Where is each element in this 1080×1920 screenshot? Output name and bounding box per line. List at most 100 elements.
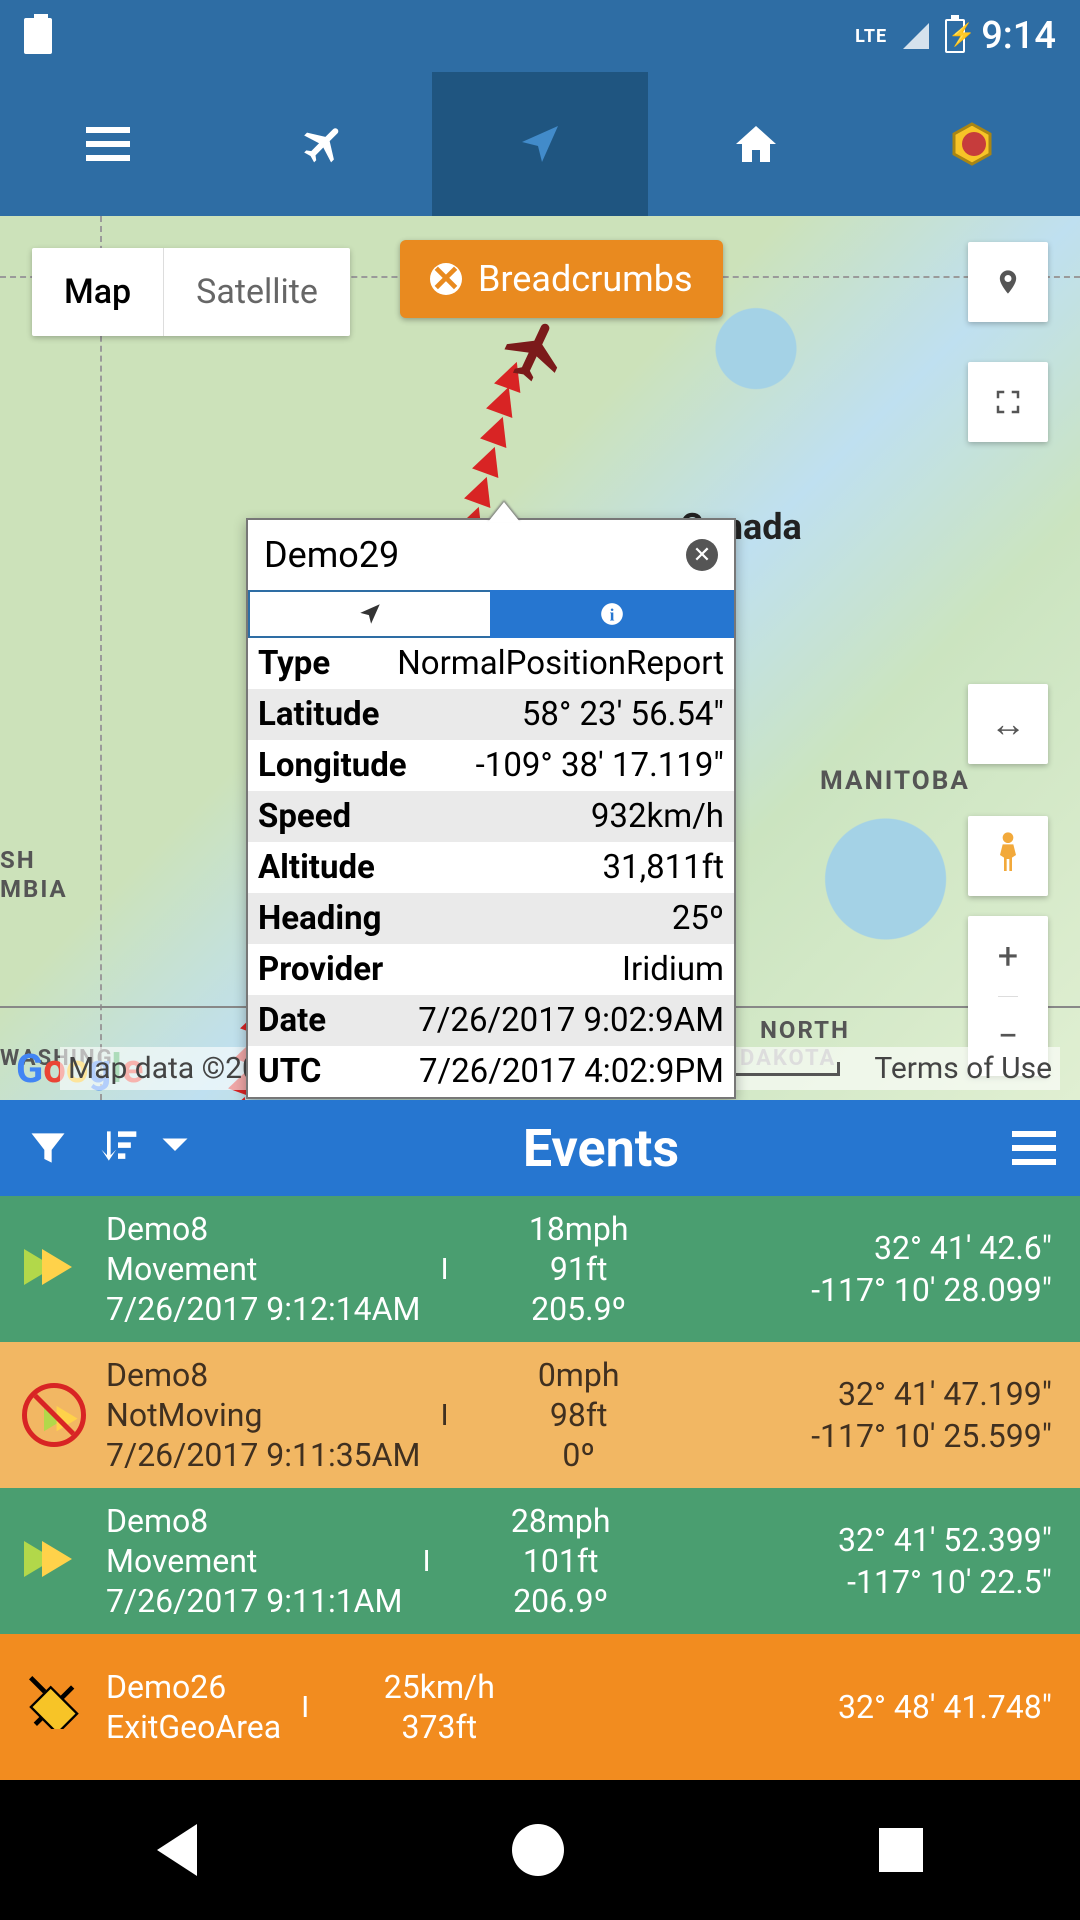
popup-value: 31,811ft xyxy=(603,848,725,887)
event-lat: 32° 41' 52.399" xyxy=(838,1521,1052,1559)
event-altitude: 101ft xyxy=(523,1542,599,1580)
popup-key: Type xyxy=(258,644,330,683)
event-row[interactable]: Demo26ExitGeoAreaI25km/h373ft32° 48' 41.… xyxy=(0,1634,1080,1780)
popup-row: Altitude31,811ft xyxy=(248,842,734,893)
event-type: ExitGeoArea xyxy=(106,1708,281,1746)
popup-tab-track[interactable] xyxy=(248,590,490,638)
event-speed: 18mph xyxy=(529,1210,629,1248)
event-main: Demo8NotMoving7/26/2017 9:11:35AM xyxy=(106,1356,420,1474)
event-provider: I xyxy=(440,1398,448,1433)
clock: 9:14 xyxy=(981,14,1056,58)
nav-home-button[interactable] xyxy=(512,1824,564,1876)
events-menu-button[interactable] xyxy=(1012,1131,1056,1165)
event-name: Demo8 xyxy=(106,1502,402,1540)
events-list[interactable]: Demo8Movement7/26/2017 9:12:14AMI18mph91… xyxy=(0,1196,1080,1780)
event-lon: -117° 10' 25.599" xyxy=(811,1417,1052,1455)
breadcrumbs-label: Breadcrumbs xyxy=(478,258,693,300)
event-type-icon xyxy=(14,1521,94,1601)
sort-button[interactable] xyxy=(96,1124,144,1172)
home-tab[interactable] xyxy=(648,72,864,216)
popup-row: Type NormalPositionReport xyxy=(248,638,734,689)
sort-dropdown[interactable] xyxy=(160,1136,190,1160)
event-coords: 32° 41' 47.199" -117° 10' 25.599" xyxy=(811,1375,1052,1455)
filter-button[interactable] xyxy=(24,1124,72,1172)
popup-key: UTC xyxy=(258,1052,321,1091)
popup-row: Latitude58° 23' 56.54" xyxy=(248,689,734,740)
event-row[interactable]: Demo8Movement7/26/2017 9:12:14AMI18mph91… xyxy=(0,1196,1080,1342)
event-speed: 0mph xyxy=(538,1356,620,1394)
terms-link[interactable]: Terms of Use xyxy=(874,1051,1052,1086)
map-area[interactable]: Canada MANITOBA SHMBIA NORTH WASHING MON… xyxy=(0,216,1080,1100)
nav-back-button[interactable] xyxy=(157,1824,197,1876)
event-lon: -117° 10' 28.099" xyxy=(811,1271,1052,1309)
event-row[interactable]: Demo8Movement7/26/2017 9:11:1AM I 28mph101… xyxy=(0,1488,1080,1634)
event-main: Demo8Movement7/26/2017 9:12:14AM xyxy=(106,1210,420,1328)
network-type: LTE xyxy=(855,26,887,47)
event-type: Movement xyxy=(106,1250,420,1288)
popup-value: 7/26/2017 9:02:9AM xyxy=(418,1001,724,1040)
menu-icon xyxy=(86,127,130,161)
event-time: 7/26/2017 9:12:14AM xyxy=(106,1290,420,1328)
event-provider: I xyxy=(422,1544,430,1579)
popup-value: 7/26/2017 4:02:9PM xyxy=(419,1052,724,1091)
zoom-in-button[interactable]: + xyxy=(998,916,1018,996)
aircraft-tab[interactable] xyxy=(216,72,432,216)
status-bar: LTE 9:14 xyxy=(0,0,1080,72)
status-tab[interactable] xyxy=(864,72,1080,216)
filter-icon xyxy=(26,1126,70,1170)
popup-value: NormalPositionReport xyxy=(397,644,724,683)
event-metrics: 28mph101ft206.9º xyxy=(451,1502,671,1620)
event-metrics: 18mph91ft205.9º xyxy=(469,1210,689,1328)
pegman-icon xyxy=(992,829,1024,883)
events-title: Events xyxy=(190,1118,1012,1179)
popup-tab-info[interactable]: i xyxy=(490,590,734,638)
battery-charging-icon xyxy=(945,19,965,53)
map-type-satellite[interactable]: Satellite xyxy=(163,248,350,336)
popup-value: 58° 23' 56.54" xyxy=(522,695,724,734)
event-time: 7/26/2017 9:11:35AM xyxy=(106,1436,420,1474)
location-arrow-icon xyxy=(357,601,383,627)
popup-key: Heading xyxy=(258,899,381,938)
event-heading: 0º xyxy=(562,1436,595,1474)
popup-close-button[interactable]: ✕ xyxy=(686,539,718,571)
breadcrumbs-button[interactable]: ✕ Breadcrumbs xyxy=(400,240,723,318)
sort-icon xyxy=(96,1124,140,1168)
event-coords: 32° 41' 42.6" -117° 10' 28.099" xyxy=(811,1229,1052,1309)
event-main: Demo8Movement7/26/2017 9:11:1AM xyxy=(106,1502,402,1620)
pin-icon xyxy=(994,268,1022,296)
event-lat: 32° 48' 41.748" xyxy=(838,1688,1052,1726)
streetview-button[interactable] xyxy=(968,816,1048,896)
map-type-map[interactable]: Map xyxy=(32,248,163,336)
info-icon: i xyxy=(599,601,625,627)
event-coords: 32° 41' 52.399"-117° 10' 22.5" xyxy=(838,1521,1052,1601)
event-provider: I xyxy=(301,1690,309,1725)
menu-button[interactable] xyxy=(0,72,216,216)
tracking-tab[interactable] xyxy=(432,72,648,216)
popup-key: Date xyxy=(258,1001,326,1040)
close-icon: ✕ xyxy=(430,263,462,295)
plane-icon xyxy=(300,120,348,168)
event-name: Demo8 xyxy=(106,1210,420,1248)
event-lat: 32° 41' 42.6" xyxy=(874,1229,1052,1267)
popup-key: Longitude xyxy=(258,746,407,785)
my-location-button[interactable] xyxy=(968,242,1048,322)
popup-value: -109° 38' 17.119" xyxy=(476,746,724,785)
popup-row: Speed932km/h xyxy=(248,791,734,842)
event-type: Movement xyxy=(106,1542,402,1580)
marker-popup: Demo29 ✕ i TypeNormalPositionReportLatit… xyxy=(246,518,736,1099)
event-type-icon xyxy=(14,1667,94,1747)
event-name: Demo8 xyxy=(106,1356,420,1394)
event-lat: 32° 41' 47.199" xyxy=(838,1375,1052,1413)
map-type-toggle: Map Satellite xyxy=(32,248,350,336)
svg-text:i: i xyxy=(610,606,615,625)
sdcard-icon xyxy=(24,18,52,54)
pan-horizontal-button[interactable]: ↔ xyxy=(968,684,1048,764)
event-row[interactable]: Demo8NotMoving7/26/2017 9:11:35AMI0mph98… xyxy=(0,1342,1080,1488)
nav-recent-button[interactable] xyxy=(879,1828,923,1872)
menu-icon xyxy=(1012,1131,1056,1165)
event-main: Demo26ExitGeoArea xyxy=(106,1668,281,1746)
fullscreen-button[interactable] xyxy=(968,362,1048,442)
event-speed: 28mph xyxy=(511,1502,611,1540)
event-type: NotMoving xyxy=(106,1396,420,1434)
popup-key: Speed xyxy=(258,797,351,836)
